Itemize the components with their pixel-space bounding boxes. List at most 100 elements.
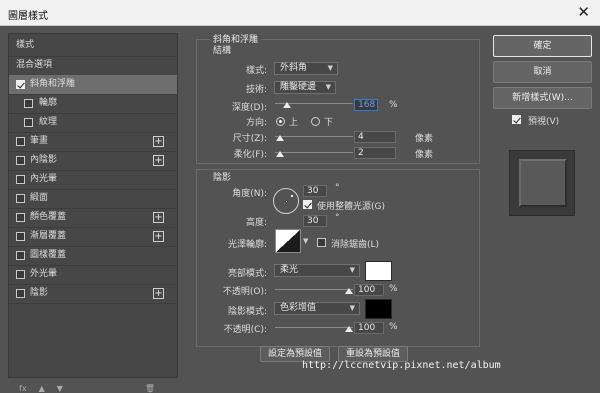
global-light-checkbox[interactable] bbox=[303, 200, 312, 209]
size-slider-thumb[interactable] bbox=[276, 135, 284, 141]
sidebar-item-inner-glow[interactable]: 內光暈 bbox=[9, 170, 177, 189]
chevron-down-icon: ▼ bbox=[327, 64, 333, 72]
add-color-overlay-icon[interactable]: + bbox=[153, 212, 164, 223]
pattern-overlay-checkbox[interactable] bbox=[16, 251, 25, 260]
preview-label: 預視(V) bbox=[528, 117, 560, 127]
cancel-button[interactable]: 取消 bbox=[493, 61, 592, 83]
move-down-icon[interactable]: ▼ bbox=[57, 384, 63, 393]
watermark-url: http://lccnetvip.pixnet.net/album bbox=[302, 360, 501, 371]
window-title: 圖層樣式 bbox=[8, 11, 48, 22]
move-up-icon[interactable]: ▲ bbox=[39, 384, 45, 393]
gloss-contour-picker[interactable] bbox=[275, 229, 301, 253]
size-label: 尺寸(Z): bbox=[232, 134, 267, 144]
shading-title: 陰影 bbox=[213, 173, 232, 183]
shadow-opacity-thumb[interactable] bbox=[345, 326, 353, 332]
inner-glow-checkbox[interactable] bbox=[16, 175, 25, 184]
styles-sidebar: 樣式 混合選項 斜角和浮雕 輪廓 紋理 筆畫 + 內陰影 + 內光暈 緞面 顏色覆蓋… bbox=[8, 33, 178, 393]
shadow-opacity-label: 不透明(C): bbox=[223, 325, 267, 335]
texture-checkbox[interactable] bbox=[24, 118, 33, 127]
structure-title: 結構 bbox=[213, 46, 232, 56]
sidebar-item-bevel-emboss[interactable]: 斜角和浮雕 bbox=[9, 75, 177, 94]
close-icon[interactable]: ✕ bbox=[577, 3, 590, 21]
chevron-down-icon: ▼ bbox=[325, 83, 331, 91]
sidebar-item-blend-options[interactable]: 混合選項 bbox=[9, 56, 177, 75]
global-light-label: 使用整體光源(G) bbox=[317, 202, 385, 212]
highlight-color-swatch[interactable] bbox=[365, 261, 392, 281]
style-label: 樣式: bbox=[245, 66, 267, 76]
sidebar-item-inner-shadow[interactable]: 內陰影 + bbox=[9, 151, 177, 170]
soften-input[interactable]: 2 bbox=[354, 147, 396, 159]
title-bar: 圖層樣式 ✕ bbox=[0, 0, 600, 26]
direction-down-radio[interactable] bbox=[311, 117, 320, 126]
chevron-down-icon[interactable]: ▼ bbox=[303, 237, 308, 245]
shadow-mode-label: 陰影模式: bbox=[227, 307, 267, 317]
add-stroke-icon[interactable]: + bbox=[153, 136, 164, 147]
layer-style-dialog: 圖層樣式 ✕ 樣式 混合選項 斜角和浮雕 輪廓 紋理 筆畫 + 內陰影 + 內光暈 … bbox=[0, 0, 600, 393]
chevron-down-icon: ▼ bbox=[349, 304, 355, 312]
ok-button[interactable]: 確定 bbox=[493, 35, 592, 57]
inner-shadow-checkbox[interactable] bbox=[16, 156, 25, 165]
shadow-mode-select[interactable]: 色彩增值 ▼ bbox=[274, 302, 360, 315]
angle-label: 角度(N): bbox=[232, 189, 267, 199]
gradient-overlay-checkbox[interactable] bbox=[16, 232, 25, 241]
soften-slider[interactable] bbox=[275, 152, 353, 153]
highlight-opacity-label: 不透明(O): bbox=[222, 287, 267, 297]
preview-checkbox[interactable] bbox=[512, 115, 521, 124]
sidebar-item-satin[interactable]: 緞面 bbox=[9, 189, 177, 208]
highlight-opacity-thumb[interactable] bbox=[345, 288, 353, 294]
technique-select[interactable]: 雕鑿硬邊 ▼ bbox=[274, 81, 336, 94]
angle-dial[interactable] bbox=[273, 188, 299, 214]
antialias-checkbox[interactable] bbox=[317, 238, 326, 247]
depth-label: 深度(D): bbox=[232, 103, 267, 113]
chevron-down-icon: ▼ bbox=[349, 266, 355, 274]
soften-label: 柔化(F): bbox=[233, 150, 267, 160]
highlight-mode-label: 亮部模式: bbox=[227, 269, 267, 279]
sidebar-item-outer-glow[interactable]: 外光暈 bbox=[9, 265, 177, 284]
highlight-opacity-slider[interactable] bbox=[275, 289, 353, 290]
angle-dial-handle[interactable] bbox=[291, 195, 293, 197]
add-inner-shadow-icon[interactable]: + bbox=[153, 155, 164, 166]
style-preview-thumbnail bbox=[509, 150, 575, 216]
sidebar-footer: fx ▲ ▼ 🗑 bbox=[19, 384, 167, 393]
depth-input[interactable]: 168 bbox=[354, 99, 378, 111]
soften-slider-thumb[interactable] bbox=[276, 151, 284, 157]
gloss-contour-label: 光澤輪廓: bbox=[227, 240, 267, 250]
add-drop-shadow-icon[interactable]: + bbox=[153, 288, 164, 299]
sidebar-item-gradient-overlay[interactable]: 漸層覆蓋 + bbox=[9, 227, 177, 246]
sidebar-item-color-overlay[interactable]: 顏色覆蓋 + bbox=[9, 208, 177, 227]
new-style-button[interactable]: 新增樣式(W)... bbox=[493, 87, 592, 109]
stroke-checkbox[interactable] bbox=[16, 137, 25, 146]
direction-up-radio[interactable] bbox=[276, 117, 285, 126]
sidebar-header[interactable]: 樣式 bbox=[9, 36, 177, 55]
satin-checkbox[interactable] bbox=[16, 194, 25, 203]
size-slider[interactable] bbox=[275, 136, 353, 137]
sidebar-item-stroke[interactable]: 筆畫 + bbox=[9, 132, 177, 151]
altitude-input[interactable]: 30 bbox=[303, 215, 327, 227]
style-select[interactable]: 外斜角 ▼ bbox=[274, 62, 338, 75]
size-input[interactable]: 4 bbox=[354, 131, 396, 143]
trash-icon[interactable]: 🗑 bbox=[145, 384, 155, 393]
color-overlay-checkbox[interactable] bbox=[16, 213, 25, 222]
fx-icon[interactable]: fx bbox=[19, 384, 27, 393]
shadow-opacity-input[interactable]: 100 bbox=[354, 322, 384, 334]
angle-input[interactable]: 30 bbox=[303, 185, 327, 197]
add-gradient-overlay-icon[interactable]: + bbox=[153, 231, 164, 242]
outer-glow-checkbox[interactable] bbox=[16, 270, 25, 279]
sidebar-item-pattern-overlay[interactable]: 圖樣覆蓋 bbox=[9, 246, 177, 265]
depth-slider-thumb[interactable] bbox=[283, 102, 291, 108]
sidebar-item-drop-shadow[interactable]: 陰影 + bbox=[9, 284, 177, 303]
highlight-mode-select[interactable]: 柔光 ▼ bbox=[274, 264, 360, 277]
direction-label: 方向: bbox=[245, 118, 267, 128]
sidebar-item-contour[interactable]: 輪廓 bbox=[9, 94, 177, 113]
drop-shadow-checkbox[interactable] bbox=[16, 289, 25, 298]
highlight-opacity-input[interactable]: 100 bbox=[354, 284, 384, 296]
altitude-label: 高度: bbox=[245, 218, 267, 228]
technique-label: 技術: bbox=[245, 85, 267, 95]
bevel-emboss-panel: 斜角和浮雕 結構 樣式: 外斜角 ▼ 技術: 雕鑿硬邊 ▼ 深度(D): 168 %… bbox=[193, 32, 483, 378]
sidebar-item-texture[interactable]: 紋理 bbox=[9, 113, 177, 132]
antialias-label: 消除鋸齒(L) bbox=[331, 240, 380, 250]
bevel-emboss-checkbox[interactable] bbox=[16, 80, 25, 89]
shadow-opacity-slider[interactable] bbox=[275, 327, 353, 328]
contour-checkbox[interactable] bbox=[24, 99, 33, 108]
shadow-color-swatch[interactable] bbox=[365, 299, 392, 319]
